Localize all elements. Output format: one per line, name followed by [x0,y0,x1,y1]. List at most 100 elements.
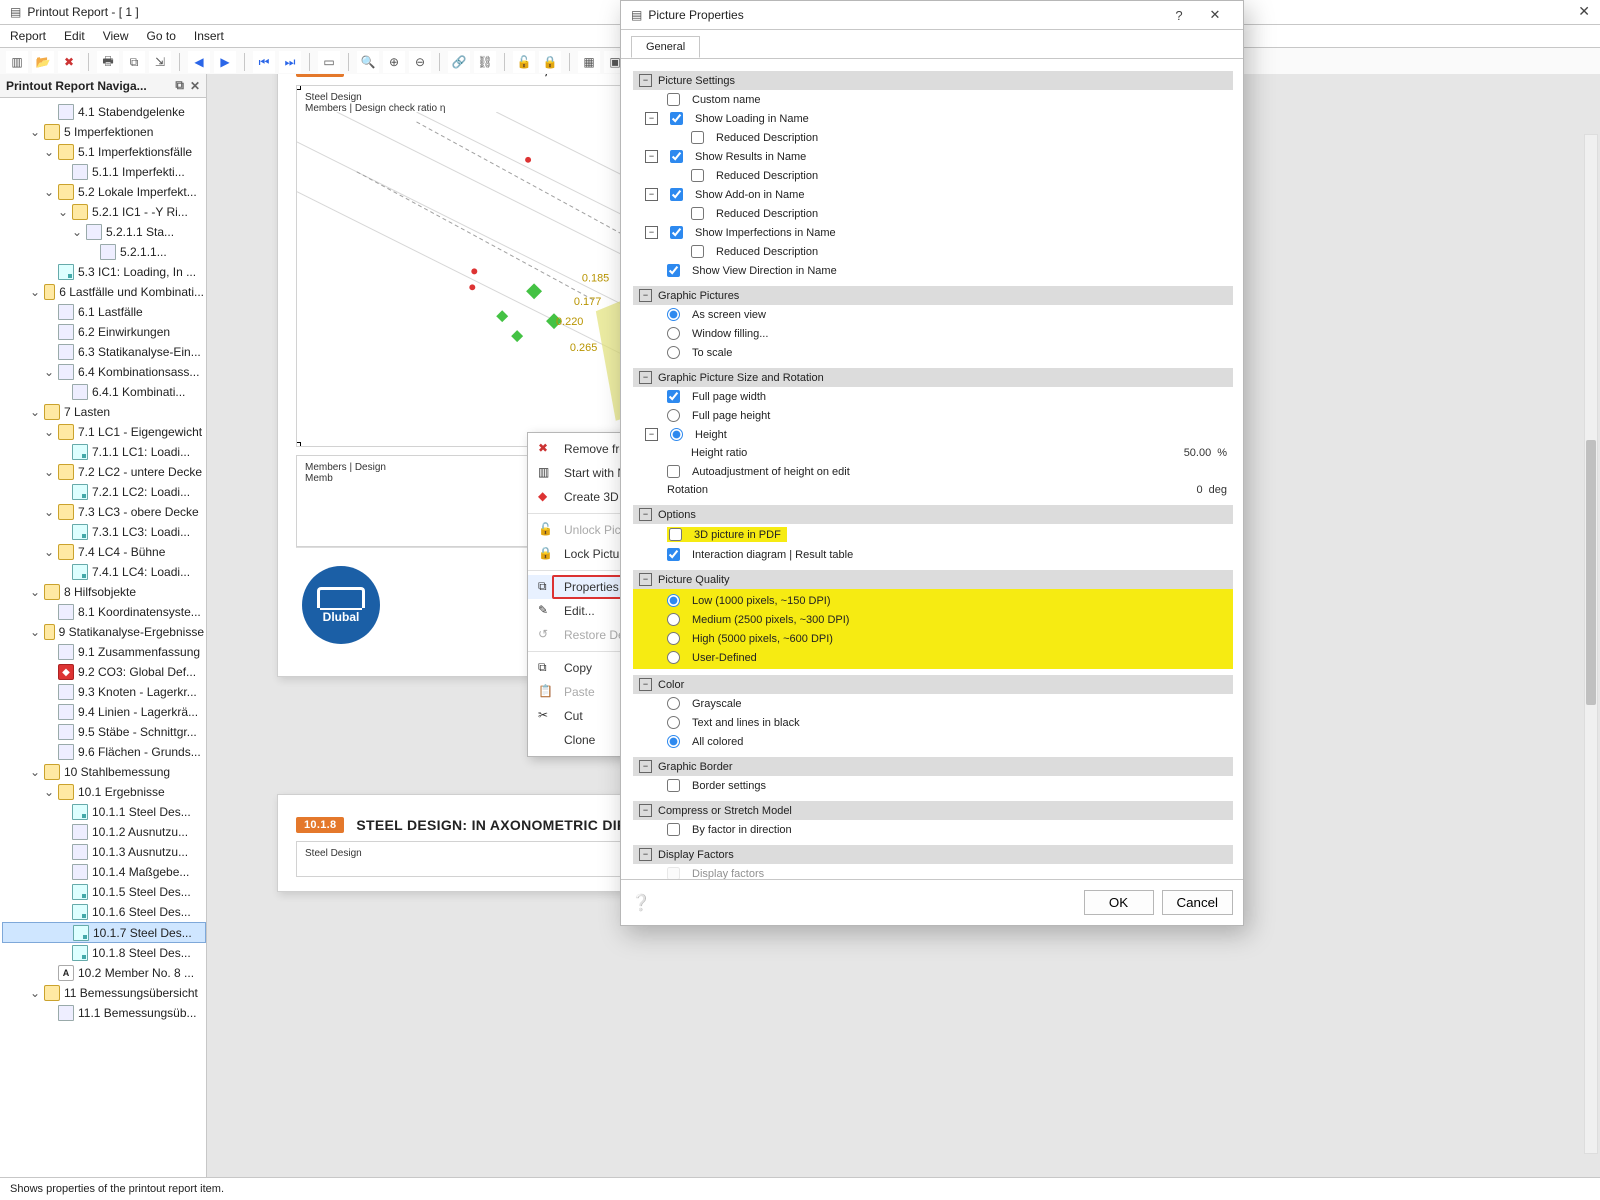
chk-full-width[interactable] [667,390,680,403]
tree-item[interactable]: ⌄5 Imperfektionen [2,122,206,142]
tree-item[interactable]: ⌄7 Lasten [2,402,206,422]
tree-item[interactable]: 10.1.3 Ausnutzu... [2,842,206,862]
chk-byfactor[interactable] [667,823,680,836]
tree-item[interactable]: 7.4.1 LC4: Loadi... [2,562,206,582]
tb-first-icon[interactable]: ⏮ [253,51,275,73]
tree-item[interactable]: ⌄5.2.1.1 Sta... [2,222,206,242]
rad-as-screen[interactable] [667,308,680,321]
tree-item[interactable]: 6.2 Einwirkungen [2,322,206,342]
tree-item[interactable]: 9.1 Zusammenfassung [2,642,206,662]
tree-item[interactable]: 7.1.1 LC1: Loadi... [2,442,206,462]
tb-lock-icon[interactable]: 🔒 [539,51,561,73]
tree-item[interactable]: 10.1.6 Steel Des... [2,902,206,922]
tree-item[interactable]: ⌄10 Stahlbemessung [2,762,206,782]
tb-new-icon[interactable]: ▥ [6,51,28,73]
chk-reduced-2[interactable] [691,169,704,182]
tb-print-icon[interactable]: 🖶 [97,51,119,73]
tree-item[interactable]: 10.1.5 Steel Des... [2,882,206,902]
tree-item[interactable]: ⌄5.2 Lokale Imperfekt... [2,182,206,202]
ok-button[interactable]: OK [1084,890,1154,915]
tb-zoom-icon[interactable]: 🔍 [357,51,379,73]
tree-item[interactable]: ⌄10.1 Ergebnisse [2,782,206,802]
tree-item[interactable]: 9.5 Stäbe - Schnittgr... [2,722,206,742]
tree-item[interactable]: 10.1.2 Ausnutzu... [2,822,206,842]
rad-q-user[interactable] [667,651,680,664]
tb-sel-icon[interactable]: ▦ [578,51,600,73]
tree-item[interactable]: ⌄6.4 Kombinationsass... [2,362,206,382]
tree-item[interactable]: ⌄9 Statikanalyse-Ergebnisse [2,622,206,642]
menu-view[interactable]: View [103,29,129,43]
rad-full-height[interactable] [667,409,680,422]
tb-export-icon[interactable]: ⇲ [149,51,171,73]
navigator-tree[interactable]: 4.1 Stabendgelenke⌄5 Imperfektionen⌄5.1 … [0,98,206,1178]
tree-item[interactable]: 6.1 Lastfälle [2,302,206,322]
chk-autoadjust[interactable] [667,465,680,478]
canvas-scrollbar[interactable] [1584,134,1598,1154]
tree-item[interactable]: 11.1 Bemessungsüb... [2,1003,206,1023]
tree-item[interactable]: 5.3 IC1: Loading, In ... [2,262,206,282]
tb-open-icon[interactable]: 📂 [32,51,54,73]
tb-zoomin-icon[interactable]: ⊕ [383,51,405,73]
chk-show-addon[interactable] [670,188,683,201]
chk-reduced-3[interactable] [691,207,704,220]
tree-item[interactable]: 6.4.1 Kombinati... [2,382,206,402]
tree-item[interactable]: A10.2 Member No. 8 ... [2,963,206,983]
tree-item[interactable]: 9.6 Flächen - Grunds... [2,742,206,762]
tree-item[interactable]: ⌄6 Lastfälle und Kombinati... [2,282,206,302]
dialog-hint-icon[interactable]: ❔ [631,893,1076,913]
tree-item[interactable]: 7.2.1 LC2: Loadi... [2,482,206,502]
tree-item[interactable]: ⌄8 Hilfsobjekte [2,582,206,602]
tb-link1-icon[interactable]: 🔗 [448,51,470,73]
rad-win-fill[interactable] [667,327,680,340]
tree-item[interactable]: 5.2.1.1... [2,242,206,262]
menu-edit[interactable]: Edit [64,29,85,43]
tb-link2-icon[interactable]: ⛓ [474,51,496,73]
tree-item[interactable]: 9.3 Knoten - Lagerkr... [2,682,206,702]
tree-item[interactable]: ◆9.2 CO3: Global Def... [2,662,206,682]
tree-item[interactable]: 5.1.1 Imperfekti... [2,162,206,182]
tree-item[interactable]: 6.3 Statikanalyse-Ein... [2,342,206,362]
menu-report[interactable]: Report [10,29,46,43]
tree-item[interactable]: 9.4 Linien - Lagerkrä... [2,702,206,722]
chk-show-loading[interactable] [670,112,683,125]
tree-item[interactable]: 10.1.1 Steel Des... [2,802,206,822]
tb-next-blue-icon[interactable]: ▶ [214,51,236,73]
rad-allcolored[interactable] [667,735,680,748]
cancel-button[interactable]: Cancel [1162,890,1234,915]
chk-reduced-4[interactable] [691,245,704,258]
tb-fit-icon[interactable]: ▭ [318,51,340,73]
tree-item[interactable]: ⌄5.1 Imperfektionsfälle [2,142,206,162]
tree-item[interactable]: 8.1 Koordinatensyste... [2,602,206,622]
tb-printset-icon[interactable]: ⧉ [123,51,145,73]
chk-reduced-1[interactable] [691,131,704,144]
rad-to-scale[interactable] [667,346,680,359]
app-close-icon[interactable]: ✕ [1578,3,1590,20]
tree-item[interactable]: ⌄7.3 LC3 - obere Decke [2,502,206,522]
rad-gray[interactable] [667,697,680,710]
tree-item[interactable]: ⌄7.1 LC1 - Eigengewicht [2,422,206,442]
rad-q-med[interactable] [667,613,680,626]
rad-q-low[interactable] [667,594,680,607]
chk-show-imp[interactable] [670,226,683,239]
tab-general[interactable]: General [631,36,700,58]
tree-item[interactable]: 10.1.7 Steel Des... [2,922,206,943]
tb-zoomout-icon[interactable]: ⊖ [409,51,431,73]
chk-custom-name[interactable] [667,93,680,106]
tree-item[interactable]: 7.3.1 LC3: Loadi... [2,522,206,542]
tree-item[interactable]: ⌄5.2.1 IC1 - -Y Ri... [2,202,206,222]
tb-del-icon[interactable]: ✖ [58,51,80,73]
rad-height[interactable] [670,428,683,441]
tb-prev-blue-icon[interactable]: ◀ [188,51,210,73]
dialog-close-icon[interactable]: ✕ [1197,7,1233,23]
rad-q-high[interactable] [667,632,680,645]
chk-show-results[interactable] [670,150,683,163]
chk-border[interactable] [667,779,680,792]
menu-insert[interactable]: Insert [194,29,224,43]
chk-interaction[interactable] [667,548,680,561]
tree-item[interactable]: 10.1.8 Steel Des... [2,943,206,963]
tb-last-icon[interactable]: ⏭ [279,51,301,73]
chk-show-view[interactable] [667,264,680,277]
tree-item[interactable]: ⌄7.2 LC2 - untere Decke [2,462,206,482]
tb-unlock-icon[interactable]: 🔓 [513,51,535,73]
chk-3d-pdf[interactable] [669,528,682,541]
